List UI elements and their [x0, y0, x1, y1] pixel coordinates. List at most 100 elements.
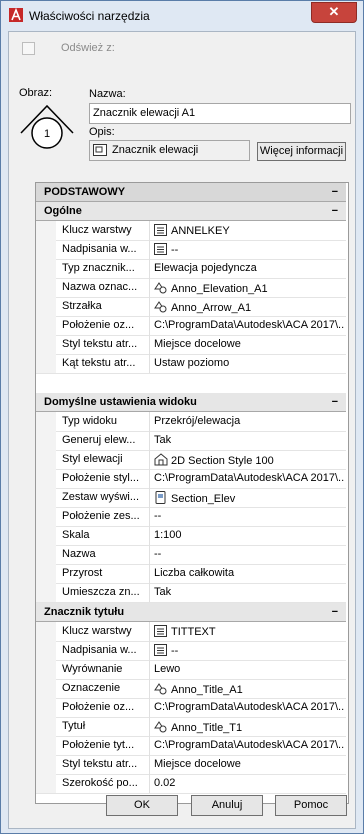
- property-value[interactable]: ANNELKEY: [154, 224, 344, 239]
- property-value[interactable]: 1:100: [154, 529, 344, 541]
- property-row[interactable]: Nazwa oznac... Anno_Elevation_A1: [36, 278, 346, 298]
- close-button[interactable]: ✕: [311, 2, 357, 23]
- help-button[interactable]: Pomoc: [275, 795, 347, 816]
- property-name: Klucz warstwy: [62, 224, 132, 236]
- row-gutter: [36, 736, 56, 755]
- column-divider: [149, 526, 150, 545]
- property-value-text: --: [154, 548, 162, 560]
- property-value-text: --: [171, 244, 179, 256]
- property-row[interactable]: Styl elewacji 2D Section Style 100: [36, 450, 346, 470]
- property-value[interactable]: Miejsce docelowe: [154, 758, 344, 770]
- property-row[interactable]: Położenie oz... C:\ProgramData\Autodesk\A…: [36, 698, 346, 718]
- property-value[interactable]: --: [154, 510, 344, 522]
- property-row[interactable]: Przyrost Liczba całkowita: [36, 564, 346, 584]
- property-row[interactable]: Generuj elew... Tak: [36, 431, 346, 451]
- property-value[interactable]: Anno_Arrow_A1: [154, 300, 344, 316]
- property-row[interactable]: Typ znacznik... Elewacja pojedyncza: [36, 259, 346, 279]
- collapse-icon[interactable]: −: [332, 603, 338, 621]
- property-row[interactable]: Klucz warstwy TITTEXT: [36, 622, 346, 642]
- property-row[interactable]: Skala 1:100: [36, 526, 346, 546]
- column-divider: [149, 660, 150, 679]
- category-view-defaults[interactable]: Domyślne ustawienia widoku −: [36, 393, 346, 412]
- row-gutter: [36, 717, 56, 736]
- property-value[interactable]: Anno_Title_T1: [154, 720, 344, 736]
- property-row[interactable]: Kąt tekstu atr... Ustaw poziomo: [36, 354, 346, 374]
- property-name: Szerokość po...: [62, 777, 138, 789]
- property-row[interactable]: Nazwa --: [36, 545, 346, 565]
- property-value[interactable]: Elewacja pojedyncza: [154, 262, 344, 274]
- property-value[interactable]: Anno_Title_A1: [154, 682, 344, 698]
- property-value-text: C:\ProgramData\Autodesk\ACA 2017\...: [154, 319, 344, 331]
- property-value[interactable]: C:\ProgramData\Autodesk\ACA 2017\...: [154, 701, 344, 713]
- collapse-icon[interactable]: −: [332, 393, 338, 411]
- property-row[interactable]: Położenie styl... C:\ProgramData\Autodesk…: [36, 469, 346, 489]
- property-value[interactable]: --: [154, 548, 344, 560]
- cancel-button[interactable]: Anuluj: [191, 795, 263, 816]
- property-value[interactable]: --: [154, 243, 344, 258]
- column-divider: [149, 545, 150, 564]
- column-divider: [149, 679, 150, 698]
- property-row[interactable]: Położenie tyt... C:\ProgramData\Autodesk\…: [36, 736, 346, 756]
- property-row[interactable]: Położenie zes... --: [36, 507, 346, 527]
- property-value[interactable]: TITTEXT: [154, 625, 344, 640]
- layer-key-icon: [154, 224, 168, 239]
- property-row[interactable]: Szerokość po... 0.02: [36, 774, 346, 794]
- elevation-marker-preview[interactable]: 1: [19, 100, 75, 152]
- property-value[interactable]: C:\ProgramData\Autodesk\ACA 2017\...: [154, 739, 344, 751]
- property-row[interactable]: Styl tekstu atr... Miejsce docelowe: [36, 755, 346, 775]
- property-value[interactable]: 0.02: [154, 777, 344, 789]
- property-value[interactable]: Section_Elev: [154, 491, 344, 507]
- property-row[interactable]: Położenie oz... C:\ProgramData\Autodesk\A…: [36, 316, 346, 336]
- property-value-text: 0.02: [154, 777, 176, 789]
- property-value[interactable]: C:\ProgramData\Autodesk\ACA 2017\...: [154, 472, 344, 484]
- property-row[interactable]: Oznaczenie Anno_Title_A1: [36, 679, 346, 699]
- property-value[interactable]: Przekrój/elewacja: [154, 415, 344, 427]
- more-info-button[interactable]: Więcej informacji: [257, 142, 346, 161]
- property-row[interactable]: Strzałka Anno_Arrow_A1: [36, 297, 346, 317]
- column-divider: [149, 755, 150, 774]
- row-gutter: [36, 240, 56, 259]
- name-input[interactable]: Znacznik elewacji A1: [89, 103, 351, 124]
- row-gutter: [36, 583, 56, 602]
- description-field[interactable]: Znacznik elewacji: [89, 140, 250, 161]
- property-value[interactable]: Miejsce docelowe: [154, 338, 344, 350]
- column-divider: [149, 221, 150, 240]
- row-gutter: [36, 698, 56, 717]
- row-gutter: [36, 469, 56, 488]
- property-row[interactable]: Tytuł Anno_Title_T1: [36, 717, 346, 737]
- property-value[interactable]: --: [154, 644, 344, 659]
- property-row[interactable]: Umieszcza zn... Tak: [36, 583, 346, 603]
- ok-button[interactable]: OK: [106, 795, 178, 816]
- collapse-icon[interactable]: −: [332, 183, 338, 201]
- property-value[interactable]: Lewo: [154, 663, 344, 675]
- property-row[interactable]: Klucz warstwy ANNELKEY: [36, 221, 346, 241]
- category-basic[interactable]: PODSTAWOWY −: [36, 183, 346, 202]
- category-title-mark[interactable]: Znacznik tytułu −: [36, 603, 346, 622]
- property-value[interactable]: C:\ProgramData\Autodesk\ACA 2017\...: [154, 319, 344, 331]
- properties-window: Właściwości narzędzia ✕ Odśwież z: Obraz…: [0, 0, 364, 834]
- property-row[interactable]: Nadpisania w... --: [36, 641, 346, 661]
- category-general[interactable]: Ogólne −: [36, 202, 346, 221]
- property-name: Położenie styl...: [62, 472, 140, 484]
- elevation-marker-number: 1: [44, 128, 50, 140]
- column-divider: [149, 736, 150, 755]
- property-row[interactable]: Zestaw wyświ... Section_Elev: [36, 488, 346, 508]
- property-value[interactable]: Tak: [154, 586, 344, 598]
- property-value[interactable]: 2D Section Style 100: [154, 453, 344, 469]
- property-value[interactable]: Ustaw poziomo: [154, 357, 344, 369]
- property-row[interactable]: Wyrównanie Lewo: [36, 660, 346, 680]
- refresh-checkbox[interactable]: [22, 42, 35, 55]
- property-row[interactable]: Styl tekstu atr... Miejsce docelowe: [36, 335, 346, 355]
- property-value-text: Miejsce docelowe: [154, 338, 241, 350]
- title-bar[interactable]: Właściwości narzędzia ✕: [1, 1, 363, 31]
- property-value[interactable]: Anno_Elevation_A1: [154, 281, 344, 297]
- property-value[interactable]: Tak: [154, 434, 344, 446]
- row-gutter: [36, 660, 56, 679]
- row-gutter: [36, 335, 56, 354]
- column-divider: [149, 316, 150, 335]
- property-row[interactable]: Typ widoku Przekrój/elewacja: [36, 412, 346, 432]
- property-row[interactable]: Nadpisania w... --: [36, 240, 346, 260]
- column-divider: [149, 583, 150, 602]
- property-value[interactable]: Liczba całkowita: [154, 567, 344, 579]
- collapse-icon[interactable]: −: [332, 202, 338, 220]
